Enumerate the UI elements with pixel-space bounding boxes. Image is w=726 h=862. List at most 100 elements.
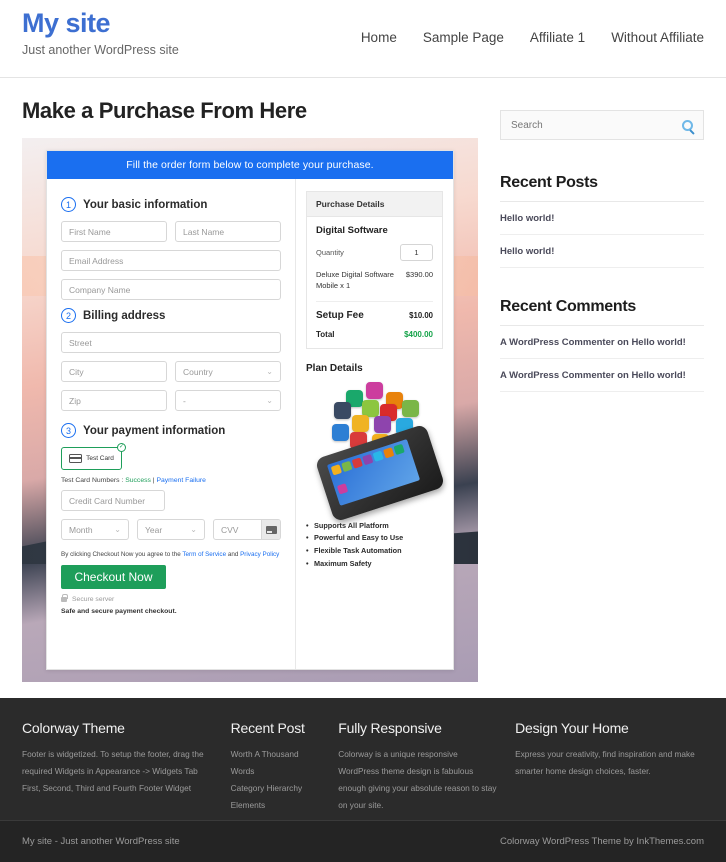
recent-post-item[interactable]: Hello world! (500, 202, 704, 235)
zip-state-row: Zip - ⌄ (61, 390, 281, 419)
site-tagline: Just another WordPress site (22, 42, 179, 57)
recent-comments-title: Recent Comments (500, 298, 704, 326)
last-name-input[interactable]: Last Name (175, 221, 281, 242)
form-banner: Fill the order form below to complete yo… (47, 151, 453, 179)
total-row: Total $400.00 (316, 330, 433, 339)
city-input[interactable]: City (61, 361, 167, 382)
country-select[interactable]: Country ⌄ (175, 361, 281, 382)
footer-credit[interactable]: Colorway WordPress Theme by InkThemes.co… (500, 836, 704, 847)
app-tile (374, 415, 391, 433)
state-select-value: - (183, 395, 186, 406)
setup-fee-row: Setup Fee $10.00 (316, 310, 433, 321)
chevron-down-icon: ⌄ (114, 525, 121, 534)
link-separator: | (152, 477, 155, 484)
secure-server-text: Secure server (72, 596, 115, 603)
test-numbers-label: Test Card Numbers : (61, 477, 124, 484)
plan-illustration (306, 378, 446, 522)
payment-failure-link[interactable]: Payment Failure (156, 477, 206, 484)
privacy-policy-link[interactable]: Privacy Policy (240, 551, 279, 558)
recent-posts-title: Recent Posts (500, 174, 704, 202)
success-link[interactable]: Success (125, 477, 151, 484)
product-title: Digital Software (316, 225, 388, 236)
site-title[interactable]: My site (22, 8, 179, 39)
nav-item-affiliate-1[interactable]: Affiliate 1 (530, 30, 585, 45)
footer-post-item[interactable]: Worth A Thousand Words (231, 746, 323, 780)
line-item-row: Deluxe Digital Software Mobile x 1 $390.… (316, 269, 433, 302)
cvv-help-button[interactable] (261, 520, 280, 539)
terms-prefix: By clicking Checkout Now you agree to th… (61, 551, 181, 558)
setup-fee-value: $10.00 (409, 310, 433, 320)
page-title: Make a Purchase From Here (22, 98, 307, 123)
order-form-card: Fill the order form below to complete yo… (46, 150, 454, 670)
nav-item-sample-page[interactable]: Sample Page (423, 30, 504, 45)
nav-item-home[interactable]: Home (361, 30, 397, 45)
first-name-input[interactable]: First Name (61, 221, 167, 242)
sidebar: Search Recent Posts Hello world! Hello w… (500, 98, 704, 682)
form-body: 1 Your basic information First Name Last… (47, 179, 453, 669)
footer-post-item[interactable]: Category Hierarchy (231, 780, 323, 797)
main-navigation: Home Sample Page Affiliate 1 Without Aff… (361, 0, 704, 45)
app-tile (352, 414, 369, 432)
search-input[interactable]: Search (511, 120, 543, 131)
search-icon[interactable] (682, 119, 693, 131)
terms-and: and (227, 551, 239, 558)
footer-bottom-bar: My site - Just another WordPress site Co… (0, 820, 726, 862)
cvv-field-group[interactable]: CVV (213, 519, 281, 540)
chevron-down-icon: ⌄ (266, 367, 273, 376)
year-select[interactable]: Year ⌄ (137, 519, 205, 540)
checkout-now-button[interactable]: Checkout Now (61, 565, 166, 589)
footer-column-text: Footer is widgetized. To setup the foote… (22, 749, 204, 793)
term-of-service-link[interactable]: Term of Service (182, 551, 226, 558)
recent-comment-item[interactable]: A WordPress Commenter on Hello world! (500, 326, 704, 359)
footer-column-text: Express your creativity, find inspiratio… (515, 749, 695, 776)
recent-post-item[interactable]: Hello world! (500, 235, 704, 268)
step-2-header: 2 Billing address (61, 308, 281, 323)
test-card-label: Test Card (86, 455, 114, 462)
plan-feature-item: Powerful and Easy to Use (306, 532, 443, 545)
check-badge-icon: ✓ (117, 443, 126, 452)
recent-posts-list: Hello world! Hello world! (500, 202, 704, 268)
widget-spacer (500, 268, 704, 298)
credit-card-icon (69, 454, 83, 463)
nav-item-without-affiliate[interactable]: Without Affiliate (611, 30, 704, 45)
footer-column-title: Colorway Theme (22, 720, 125, 736)
step-1-header: 1 Your basic information (61, 197, 281, 212)
zip-input[interactable]: Zip (61, 390, 167, 411)
test-card-numbers-row: Test Card Numbers : Success | Payment Fa… (61, 477, 281, 484)
plan-feature-item: Maximum Safety (306, 558, 443, 571)
email-input[interactable]: Email Address (61, 250, 281, 271)
quantity-row: Quantity 1 (316, 244, 433, 261)
footer-column-title: Design Your Home (515, 720, 629, 736)
plan-feature-list: Supports All Platform Powerful and Easy … (306, 520, 443, 571)
street-input[interactable]: Street (61, 332, 281, 353)
footer-column-title: Recent Post (230, 720, 305, 736)
plan-feature-item: Supports All Platform (306, 520, 443, 533)
app-tile (362, 399, 379, 417)
state-select[interactable]: - ⌄ (175, 390, 281, 411)
step-3-header: 3 Your payment information (61, 423, 281, 438)
footer-column-text: Colorway is a unique responsive WordPres… (338, 749, 497, 810)
name-row: First Name Last Name (61, 221, 281, 250)
month-select[interactable]: Month ⌄ (61, 519, 129, 540)
footer-post-item[interactable]: Elements (231, 797, 323, 814)
credit-card-number-input[interactable]: Credit Card Number (61, 490, 165, 511)
lock-icon (61, 594, 68, 602)
search-widget[interactable]: Search (500, 110, 704, 140)
company-input[interactable]: Company Name (61, 279, 281, 300)
expiry-cvv-row: Month ⌄ Year ⌄ CVV (61, 519, 281, 548)
quantity-label: Quantity (316, 248, 344, 257)
site-footer: Colorway Theme Footer is widgetized. To … (0, 698, 726, 820)
footer-column-title: Fully Responsive (338, 720, 442, 736)
app-tile (402, 399, 419, 417)
purchase-details-header: Purchase Details (306, 191, 443, 216)
cvv-input[interactable]: CVV (214, 520, 261, 539)
recent-comment-item[interactable]: A WordPress Commenter on Hello world! (500, 359, 704, 392)
site-branding[interactable]: My site Just another WordPress site (22, 0, 179, 57)
purchase-details-box: Digital Software Quantity 1 Deluxe Digit… (306, 216, 443, 349)
quantity-input[interactable]: 1 (400, 244, 433, 261)
city-country-row: City Country ⌄ (61, 361, 281, 390)
test-card-button[interactable]: Test Card ✓ (61, 443, 126, 470)
footer-column-recent-post: Recent Post Worth A Thousand Words Categ… (231, 720, 339, 820)
step-1-number: 1 (61, 197, 76, 212)
secure-server-row: Secure server (61, 594, 281, 603)
